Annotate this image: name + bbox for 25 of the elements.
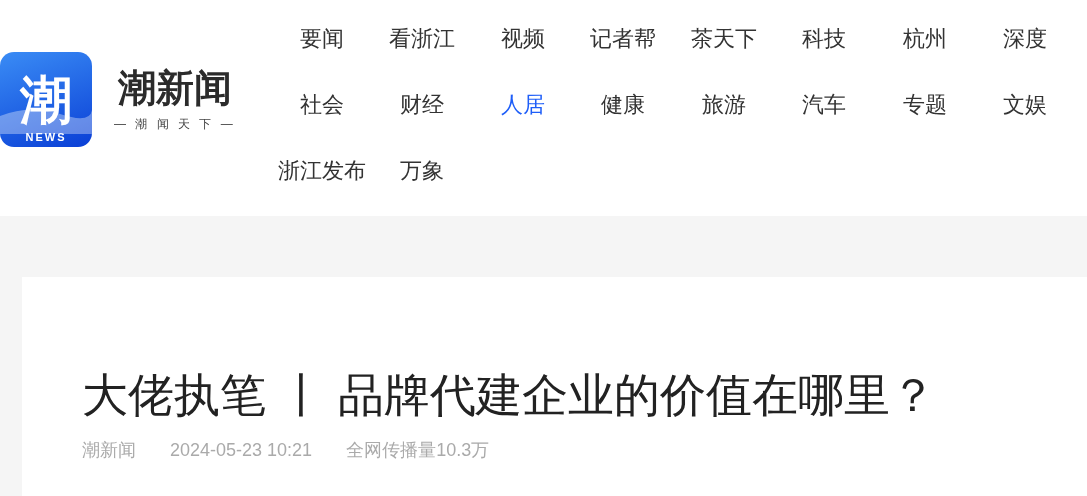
logo-wordmark: 潮新闻 [117, 66, 232, 111]
article-source: 潮新闻 [82, 439, 136, 462]
article-title: 大佬执笔 丨 品牌代建企业的价值在哪里？ [82, 368, 937, 423]
nav-link[interactable]: 旅游 [673, 86, 775, 152]
nav-link[interactable]: 要闻 [271, 20, 373, 86]
nav-link[interactable]: 视频 [472, 20, 574, 86]
logo-tagline: — 潮 闻 天 下 — [114, 116, 236, 133]
nav-link[interactable]: 看浙江 [372, 20, 473, 86]
nav-link[interactable]: 专题 [874, 86, 976, 152]
view-count: 全网传播量10.3万 [346, 439, 490, 462]
nav-link[interactable]: 人居 [472, 86, 574, 152]
nav-link[interactable]: 杭州 [874, 20, 976, 86]
logo-icon: 潮 NEWS [0, 51, 92, 147]
nav-link[interactable]: 记者帮 [573, 20, 674, 86]
nav-link[interactable]: 科技 [774, 20, 875, 86]
nav-link[interactable]: 社会 [271, 86, 373, 152]
nav-link[interactable]: 茶天下 [673, 20, 775, 86]
nav-link[interactable]: 财经 [372, 86, 473, 152]
nav-link[interactable]: 万象 [372, 152, 473, 218]
nav-link[interactable]: 汽车 [774, 86, 875, 152]
nav-link[interactable]: 文娱 [975, 86, 1076, 152]
nav-link[interactable]: 深度 [975, 20, 1076, 86]
article-time: 2024-05-23 10:21 [170, 439, 313, 462]
nav-link[interactable]: 健康 [573, 86, 674, 152]
nav-link[interactable]: 浙江发布 [271, 152, 373, 218]
